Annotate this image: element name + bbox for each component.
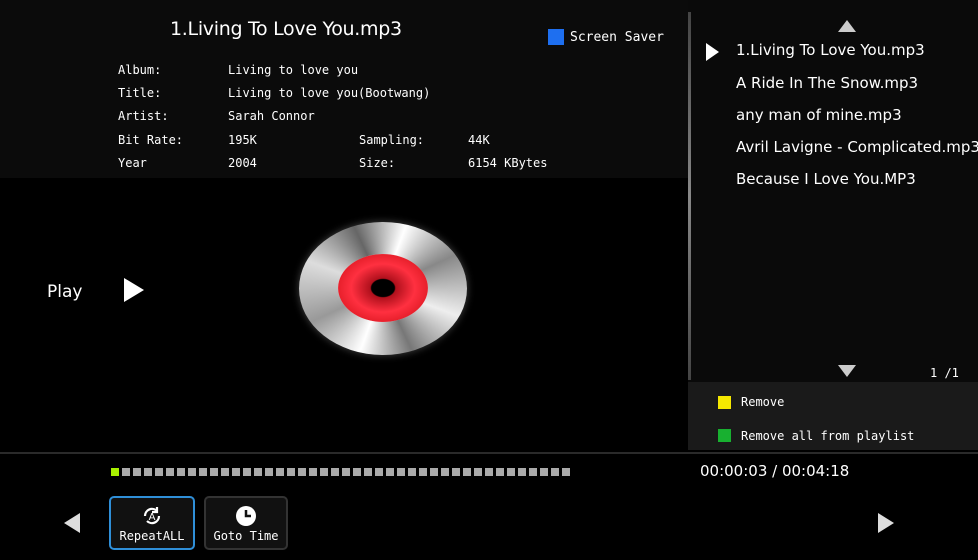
progress-segment: [254, 468, 262, 476]
progress-segment: [408, 468, 416, 476]
progress-segment: [243, 468, 251, 476]
progress-segment: [342, 468, 350, 476]
playlist-item[interactable]: 1.Living To Love You.mp3: [736, 41, 925, 59]
progress-bar[interactable]: [111, 468, 570, 476]
progress-segment: [474, 468, 482, 476]
year-label: Year: [118, 156, 147, 170]
progress-segment: [111, 468, 119, 476]
screen-saver-label[interactable]: Screen Saver: [570, 30, 664, 45]
progress-segment: [287, 468, 295, 476]
title-value: Living to love you(Bootwang): [228, 86, 431, 100]
progress-segment: [210, 468, 218, 476]
progress-segment: [485, 468, 493, 476]
progress-segment: [562, 468, 570, 476]
next-icon[interactable]: [878, 513, 894, 533]
playlist-item[interactable]: Avril Lavigne - Complicated.mp3: [736, 138, 978, 156]
sampling-value: 44K: [468, 133, 490, 147]
album-label: Album:: [118, 63, 162, 77]
progress-segment: [529, 468, 537, 476]
progress-segment: [419, 468, 427, 476]
playlist-cursor-icon: [706, 43, 719, 61]
progress-segment: [386, 468, 394, 476]
playlist-item[interactable]: any man of mine.mp3: [736, 106, 902, 124]
goto-time-button-label: Goto Time: [213, 529, 279, 543]
previous-icon[interactable]: [64, 513, 80, 533]
time-display: 00:00:03 / 00:04:18: [700, 462, 850, 480]
progress-segment: [397, 468, 405, 476]
page-indicator: 1 /1: [930, 366, 959, 380]
progress-segment: [188, 468, 196, 476]
blue-key-icon: [548, 29, 564, 45]
sampling-label: Sampling:: [359, 133, 425, 147]
remove-action[interactable]: Remove: [741, 395, 784, 409]
album-value: Living to love you: [228, 63, 359, 77]
play-icon: [124, 278, 144, 302]
progress-segment: [353, 468, 361, 476]
progress-segment: [221, 468, 229, 476]
play-status-label: Play: [47, 282, 83, 302]
progress-segment: [430, 468, 438, 476]
progress-segment: [265, 468, 273, 476]
disc-label-icon: [338, 254, 428, 322]
scroll-up-icon[interactable]: [838, 20, 856, 32]
progress-segment: [331, 468, 339, 476]
progress-segment: [518, 468, 526, 476]
size-label: Size:: [359, 156, 396, 170]
scroll-down-icon[interactable]: [838, 365, 856, 377]
progress-segment: [133, 468, 141, 476]
progress-segment: [375, 468, 383, 476]
bitrate-value: 195K: [228, 133, 257, 147]
progress-segment: [441, 468, 449, 476]
progress-segment: [232, 468, 240, 476]
progress-segment: [155, 468, 163, 476]
artist-label: Artist:: [118, 109, 169, 123]
progress-segment: [122, 468, 130, 476]
progress-segment: [199, 468, 207, 476]
svg-text:A: A: [149, 512, 156, 523]
title-label: Title:: [118, 86, 162, 100]
size-value: 6154 KBytes: [468, 156, 548, 170]
playlist-item[interactable]: Because I Love You.MP3: [736, 170, 916, 188]
progress-segment: [276, 468, 284, 476]
progress-segment: [298, 468, 306, 476]
repeat-a-icon: A: [143, 507, 161, 525]
goto-time-button[interactable]: Goto Time: [204, 496, 288, 550]
green-key-icon: [718, 429, 731, 442]
yellow-key-icon: [718, 396, 731, 409]
progress-segment: [177, 468, 185, 476]
progress-segment: [507, 468, 515, 476]
clock-icon: [236, 506, 256, 526]
progress-segment: [540, 468, 548, 476]
year-value: 2004: [228, 156, 257, 170]
progress-segment: [320, 468, 328, 476]
bitrate-label: Bit Rate:: [118, 133, 184, 147]
progress-segment: [364, 468, 372, 476]
now-playing-title: 1.Living To Love You.mp3: [170, 18, 402, 40]
progress-segment: [166, 468, 174, 476]
repeat-button-label: RepeatALL: [119, 529, 185, 543]
repeat-button[interactable]: A RepeatALL: [109, 496, 195, 550]
panel-divider: [688, 12, 691, 380]
progress-segment: [496, 468, 504, 476]
remove-all-action[interactable]: Remove all from playlist: [741, 429, 914, 443]
progress-segment: [309, 468, 317, 476]
playlist-item[interactable]: A Ride In The Snow.mp3: [736, 74, 918, 92]
progress-segment: [144, 468, 152, 476]
progress-segment: [452, 468, 460, 476]
progress-segment: [463, 468, 471, 476]
artist-value: Sarah Connor: [228, 109, 315, 123]
progress-segment: [551, 468, 559, 476]
